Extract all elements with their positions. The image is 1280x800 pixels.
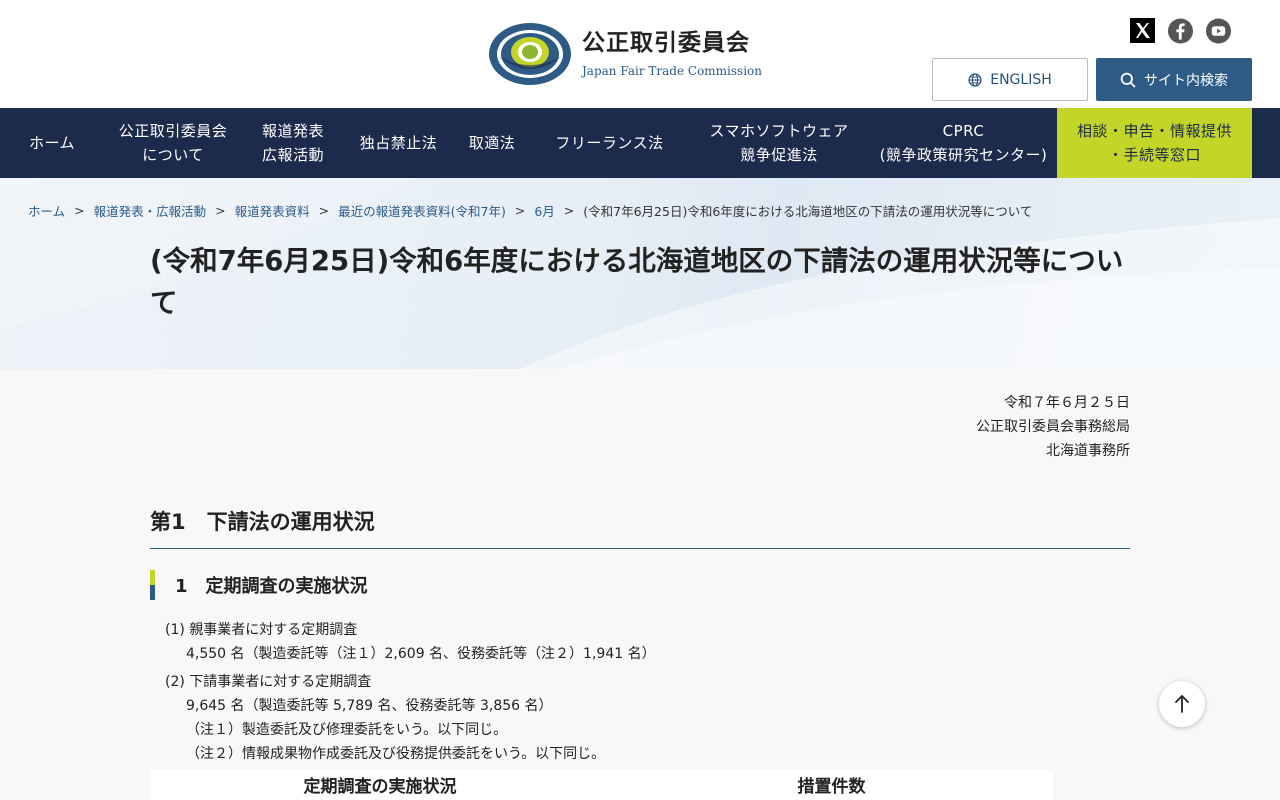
page-title: (令和7年6月25日)令和6年度における北海道地区の下請法の運用状況等について bbox=[150, 245, 1124, 319]
item-detail: 9,645 名（製造委託等 5,789 名、役務委託等 3,856 名） bbox=[186, 698, 553, 714]
breadcrumb: ホーム > 報道発表・広報活動 > 報道発表資料 > 最近の報道発表資料(令和7… bbox=[28, 201, 1032, 220]
back-to-top-button[interactable] bbox=[1159, 681, 1205, 727]
logo-subtitle: Japan Fair Trade Commission bbox=[582, 64, 762, 78]
item-detail: 4,550 名（製造委託等（注１）2,609 名、役務委託等（注２）1,941 … bbox=[186, 646, 656, 662]
release-info: 令和７年６月２５日 公正取引委員会事務総局 北海道事務所 bbox=[976, 391, 1130, 463]
jftc-emblem-icon bbox=[489, 23, 571, 85]
breadcrumb-separator: > bbox=[514, 203, 526, 218]
nav-item-smartphone[interactable]: スマホソフトウェア 競争促進法 bbox=[688, 108, 870, 178]
logo-title: 公正取引委員会 bbox=[582, 30, 750, 56]
table-header-cell: 定期調査の実施状況 bbox=[303, 777, 457, 797]
survey-table: 定期調査の実施状況 措置件数 bbox=[150, 770, 1053, 800]
item-title: (1) 親事業者に対する定期調査 bbox=[165, 622, 358, 638]
table-header-cell: 措置件数 bbox=[797, 777, 866, 797]
breadcrumb-press-materials[interactable]: 報道発表資料 bbox=[235, 201, 310, 220]
release-org: 公正取引委員会事務総局 bbox=[976, 419, 1130, 435]
subsection-title: 1 定期調査の実施状況 bbox=[175, 576, 368, 597]
english-label: ENGLISH bbox=[990, 71, 1052, 88]
nav-item-home[interactable]: ホーム bbox=[0, 108, 104, 178]
item-title: (2) 下請事業者に対する定期調査 bbox=[165, 674, 372, 690]
search-label: サイト内検索 bbox=[1144, 72, 1228, 89]
nav-item-cprc[interactable]: CPRC (競争政策研究センター) bbox=[870, 108, 1057, 178]
social-links bbox=[1130, 18, 1231, 43]
breadcrumb-separator: > bbox=[318, 203, 330, 218]
subsection-heading: 1 定期調査の実施状況 bbox=[150, 570, 368, 600]
nav-item-freelance[interactable]: フリーランス法 bbox=[531, 108, 688, 178]
note: （注１）製造委託及び修理委託をいう。以下同じ。 bbox=[186, 722, 508, 738]
list-item: (1) 親事業者に対する定期調査 4,550 名（製造委託等（注１）2,609 … bbox=[165, 618, 656, 666]
site-search-button[interactable]: サイト内検索 bbox=[1096, 58, 1252, 101]
nav-item-antimonopoly[interactable]: 独占禁止法 bbox=[344, 108, 453, 178]
breadcrumb-current: (令和7年6月25日)令和6年度における北海道地区の下請法の運用状況等について bbox=[583, 204, 1033, 219]
breadcrumb-separator: > bbox=[215, 203, 226, 218]
site-logo[interactable]: 公正取引委員会 Japan Fair Trade Commission bbox=[488, 22, 762, 86]
breadcrumb-home[interactable]: ホーム bbox=[28, 201, 65, 220]
site-header: 公正取引委員会 Japan Fair Trade Commission ENGL… bbox=[0, 0, 1280, 108]
nav-item-about[interactable]: 公正取引委員会 について bbox=[104, 108, 242, 178]
english-button[interactable]: ENGLISH bbox=[932, 58, 1088, 101]
arrow-up-icon bbox=[1175, 695, 1189, 713]
search-icon bbox=[1120, 72, 1136, 87]
nav-item-press[interactable]: 報道発表 広報活動 bbox=[242, 108, 344, 178]
release-date: 令和７年６月２５日 bbox=[1004, 395, 1130, 411]
main-content: 令和７年６月２５日 公正取引委員会事務総局 北海道事務所 第1 下請法の運用状況… bbox=[0, 369, 1280, 800]
breadcrumb-recent[interactable]: 最近の報道発表資料(令和7年) bbox=[338, 201, 506, 220]
note: （注２）情報成果物作成委託及び役務提供委託をいう。以下同じ。 bbox=[186, 746, 606, 762]
breadcrumb-press[interactable]: 報道発表・広報活動 bbox=[94, 201, 207, 220]
facebook-icon[interactable] bbox=[1168, 18, 1193, 43]
youtube-icon[interactable] bbox=[1206, 18, 1231, 43]
heading-accent-bar bbox=[150, 570, 155, 600]
page-hero: ホーム > 報道発表・広報活動 > 報道発表資料 > 最近の報道発表資料(令和7… bbox=[0, 178, 1280, 369]
list-item: (2) 下請事業者に対する定期調査 9,645 名（製造委託等 5,789 名、… bbox=[165, 670, 605, 766]
release-office: 北海道事務所 bbox=[1046, 443, 1130, 459]
nav-item-subcontract[interactable]: 取適法 bbox=[453, 108, 531, 178]
breadcrumb-separator: > bbox=[563, 203, 575, 218]
section-heading: 第1 下請法の運用状況 bbox=[150, 506, 1130, 549]
breadcrumb-month[interactable]: 6月 bbox=[534, 201, 554, 220]
globe-icon bbox=[968, 72, 982, 87]
nav-item-consultation[interactable]: 相談・申告・情報提供 ・手続等窓口 bbox=[1057, 108, 1252, 178]
x-icon[interactable] bbox=[1130, 18, 1155, 43]
breadcrumb-separator: > bbox=[74, 203, 85, 218]
global-nav: ホーム 公正取引委員会 について 報道発表 広報活動 独占禁止法 取適法 フリー… bbox=[0, 108, 1280, 178]
